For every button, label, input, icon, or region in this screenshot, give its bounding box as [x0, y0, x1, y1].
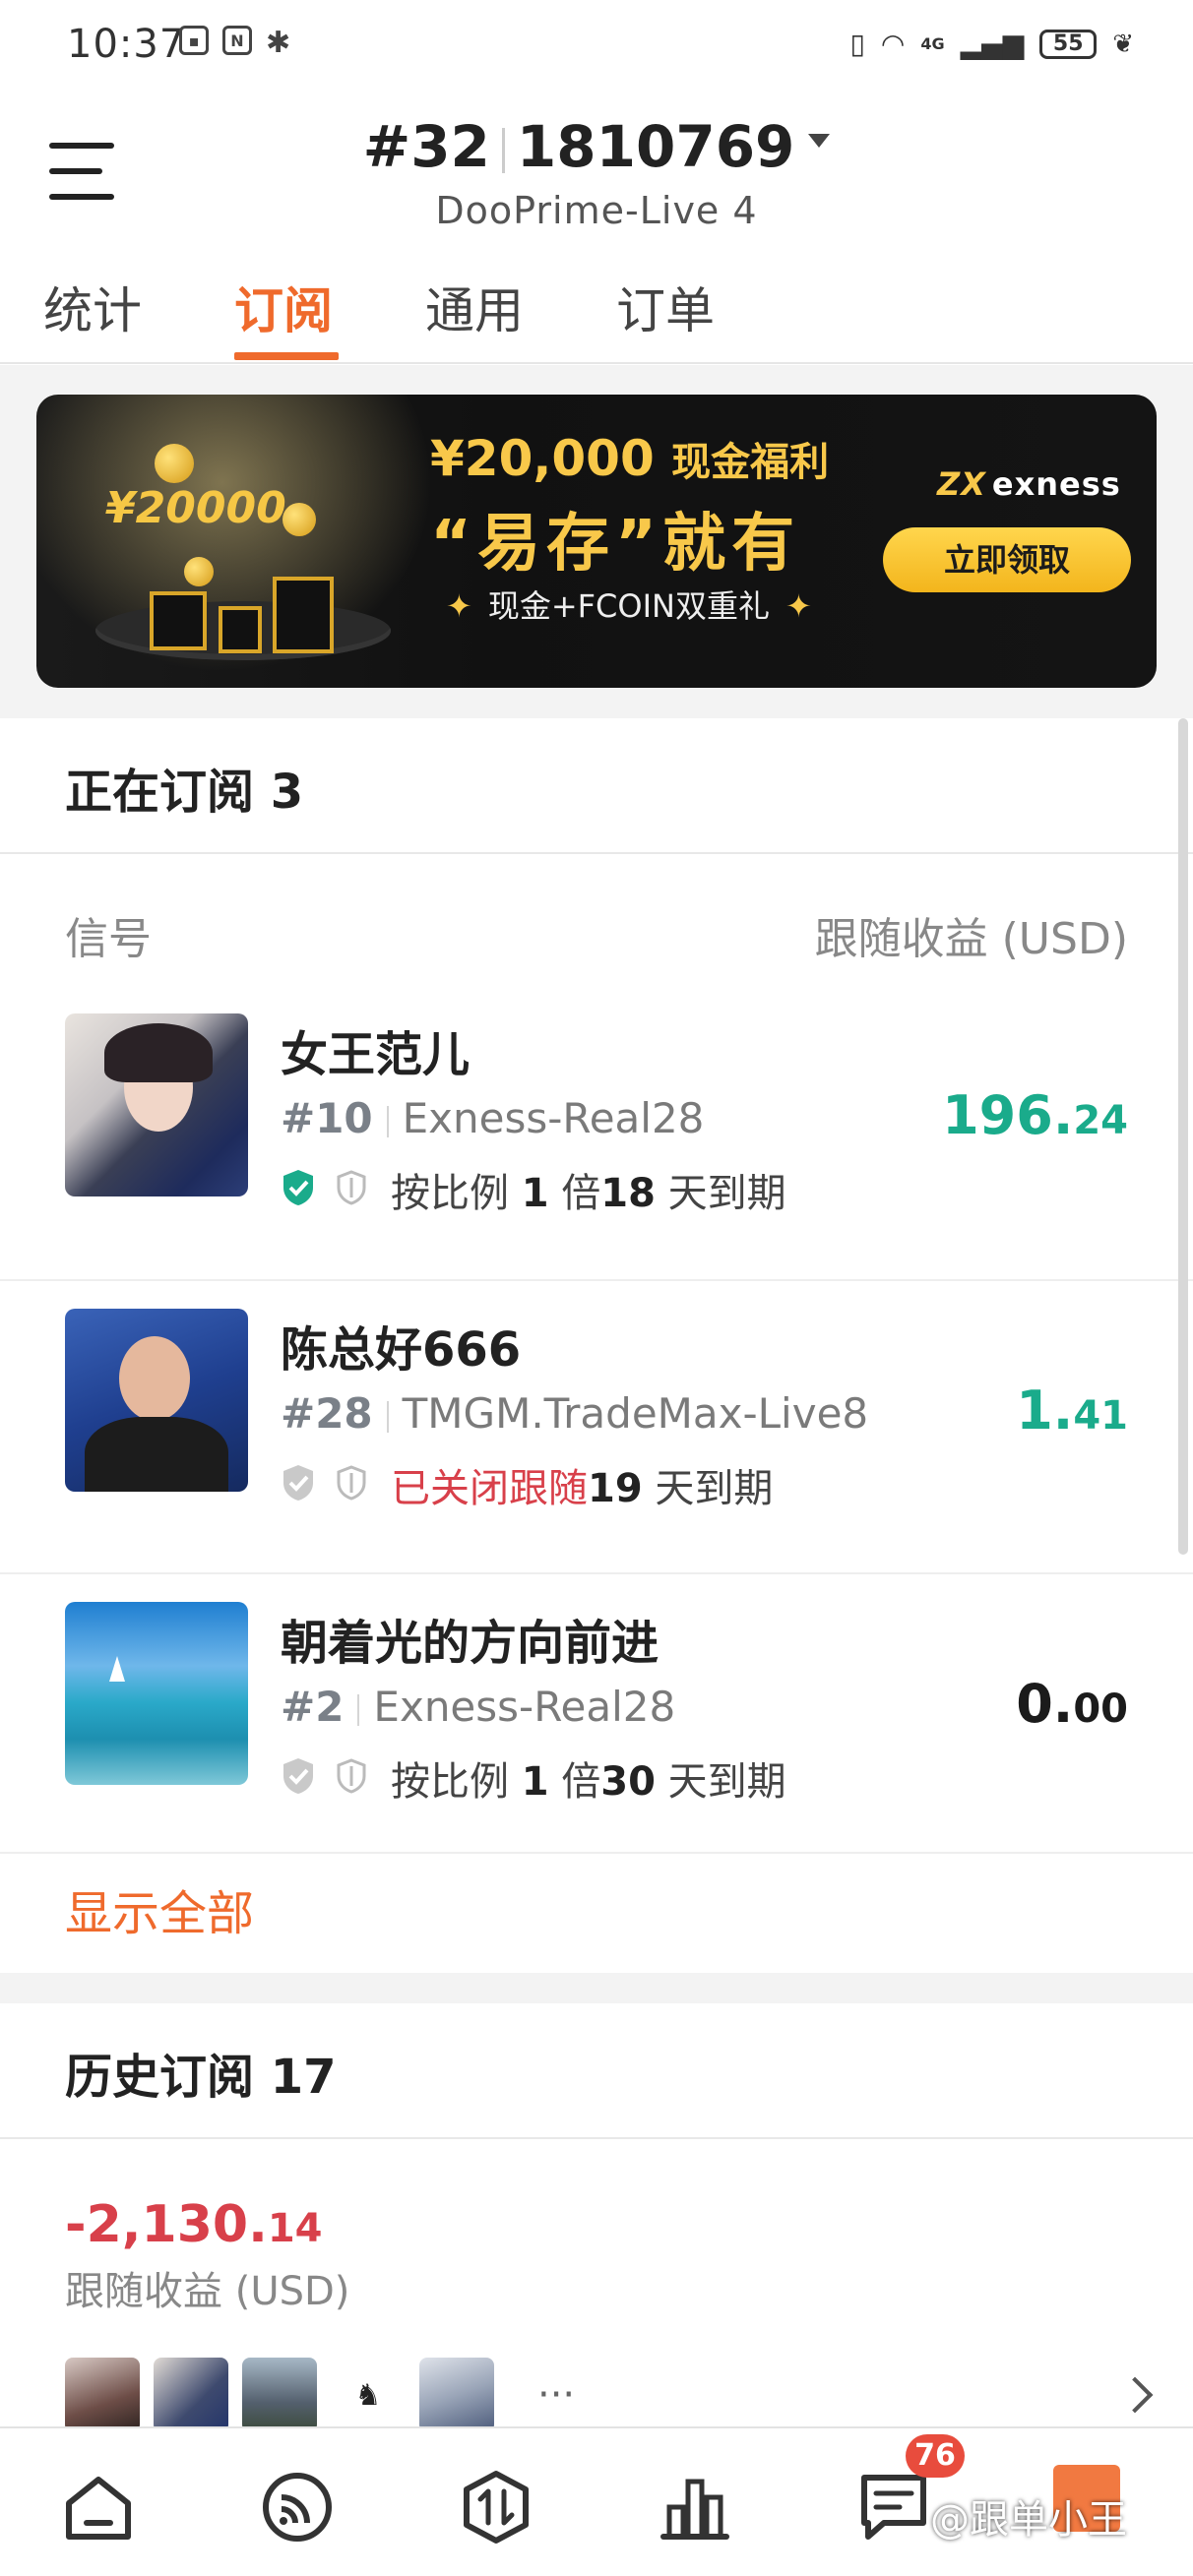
history-avatar	[419, 2358, 494, 2432]
signal-name: 朝着光的方向前进	[281, 1616, 659, 1671]
shield-outline-icon	[337, 1465, 366, 1501]
trade-icon[interactable]	[457, 2468, 535, 2546]
tab-bar: 统计 订阅 通用 订单	[0, 266, 1193, 364]
verified-shield-icon	[283, 1170, 313, 1205]
badges	[281, 1168, 369, 1207]
signal-avatar	[65, 1013, 248, 1196]
status-time: 10:37	[67, 22, 186, 67]
history-avatars: ♞ ···	[65, 2358, 575, 2432]
caret-down-icon	[808, 133, 831, 148]
show-all-link[interactable]: 显示全部	[65, 1874, 254, 1943]
banner-headline: ¥20,000 现金福利	[430, 430, 830, 487]
signal-rank: #28 TMGM.TradeMax-Live8	[281, 1389, 869, 1438]
signal-status: 按比例 1 倍30 天到期	[391, 1759, 786, 1805]
history-avatar	[242, 2358, 317, 2432]
banner-amount-badge: ¥20000	[105, 483, 286, 533]
badges	[281, 1463, 369, 1503]
history-title: 历史订阅 17	[65, 2050, 337, 2105]
shield-outline-icon	[337, 1170, 366, 1205]
tab-statistics[interactable]: 统计	[43, 272, 142, 342]
coin-icon	[155, 444, 194, 483]
history-profit-label: 跟随收益 (USD)	[65, 2269, 350, 2314]
shield-grey-icon	[283, 1465, 313, 1501]
signal-icon: ▂▄▆	[960, 28, 1025, 60]
network-label: 4G	[920, 34, 945, 53]
watermark-text: @跟单小王	[930, 2497, 1127, 2543]
active-tab-indicator	[234, 352, 339, 360]
signal-rank: #10 Exness-Real28	[281, 1094, 705, 1142]
chevron-right-icon[interactable]	[1116, 2376, 1154, 2414]
notification-icons: ▪ N ✱	[179, 26, 290, 60]
account-rank: #32	[362, 113, 490, 180]
current-subscriptions-title: 正在订阅 3	[65, 765, 304, 820]
promo-banner[interactable]: ¥20000 ¥20,000 现金福利 “易存”就有 ✦ 现金+FCOIN双重礼 ✦…	[36, 395, 1157, 688]
status-bar: 10:37 ▪ N ✱ ▯ ◠ 4G ▂▄▆ 55 ❦	[0, 0, 1193, 94]
section-divider	[0, 2137, 1193, 2139]
battery-icon: 55	[1039, 29, 1098, 59]
tab-general[interactable]: 通用	[425, 272, 524, 342]
shield-outline-icon	[337, 1758, 366, 1794]
messages-icon[interactable]	[854, 2468, 933, 2546]
stats-icon[interactable]	[656, 2468, 734, 2546]
gift-box-icon	[273, 577, 334, 653]
signal-rank: #2 Exness-Real28	[281, 1683, 676, 1731]
battery-level: 55	[1052, 31, 1084, 56]
tab-orders[interactable]: 订单	[616, 272, 715, 342]
subscription-row[interactable]: 陈总好666 #28 TMGM.TradeMax-Live8 已关闭跟随19 天到…	[0, 1281, 1193, 1574]
banner-slogan: “易存”就有	[430, 508, 801, 581]
header-divider	[0, 362, 1193, 364]
nfc-icon: N	[222, 26, 252, 55]
home-icon[interactable]	[59, 2468, 138, 2546]
account-number: 1810769	[516, 113, 795, 180]
account-server: DooPrime-Live 4	[435, 189, 758, 232]
history-profit: -2,130.14	[65, 2195, 323, 2254]
signal-profit: 196.24	[942, 1084, 1128, 1146]
signal-name: 女王范儿	[281, 1027, 471, 1082]
history-avatar: ♞	[331, 2358, 406, 2432]
subscription-row[interactable]: 女王范儿 #10 Exness-Real28 按比例 1 倍18 天到期 196.…	[0, 986, 1193, 1279]
scrollbar[interactable]	[1178, 718, 1188, 1555]
gift-box-icon	[219, 606, 262, 653]
account-selector[interactable]: #32 1810769	[0, 113, 1193, 180]
signal-avatar	[65, 1602, 248, 1785]
bluetooth-icon: ✱	[266, 26, 291, 60]
app-notification-icon: ▪	[179, 26, 209, 55]
current-subscriptions-card: 正在订阅 3 信号 跟随收益 (USD) 女王范儿 #10 Exness-Real…	[0, 718, 1193, 1973]
column-signal: 信号	[65, 914, 152, 964]
wifi-icon: ◠	[880, 28, 906, 60]
section-divider	[0, 852, 1193, 854]
tab-subscriptions[interactable]: 订阅	[234, 272, 333, 342]
leaf-icon: ❦	[1112, 29, 1134, 59]
banner-subline: ✦ 现金+FCOIN双重礼 ✦	[446, 587, 812, 625]
coin-icon	[184, 557, 214, 586]
exness-logo: ZX exness	[937, 465, 1121, 503]
signal-profit: 1.41	[1016, 1380, 1128, 1441]
coin-icon	[283, 503, 316, 536]
history-avatar	[154, 2358, 228, 2432]
signal-status: 按比例 1 倍18 天到期	[391, 1171, 786, 1216]
column-profit: 跟随收益 (USD)	[814, 914, 1128, 964]
more-avatars: ···	[537, 2372, 576, 2418]
shield-grey-icon	[283, 1758, 313, 1794]
subscription-row[interactable]: 朝着光的方向前进 #2 Exness-Real28 按比例 1 倍30 天到期 0…	[0, 1574, 1193, 1868]
status-right: ▯ ◠ 4G ▂▄▆ 55 ❦	[849, 28, 1134, 60]
vibrate-icon: ▯	[849, 28, 865, 60]
row-divider	[0, 1852, 1193, 1854]
gift-box-icon	[150, 591, 207, 650]
message-badge: 76	[906, 2434, 965, 2478]
claim-now-button[interactable]: 立即领取	[883, 527, 1131, 592]
signal-name: 陈总好666	[281, 1322, 522, 1378]
history-avatar	[65, 2358, 140, 2432]
signal-avatar	[65, 1309, 248, 1492]
signal-profit: 0.00	[1016, 1673, 1128, 1735]
badges	[281, 1756, 369, 1796]
signal-status: 已关闭跟随19 天到期	[391, 1466, 774, 1511]
signals-icon[interactable]	[258, 2468, 337, 2546]
